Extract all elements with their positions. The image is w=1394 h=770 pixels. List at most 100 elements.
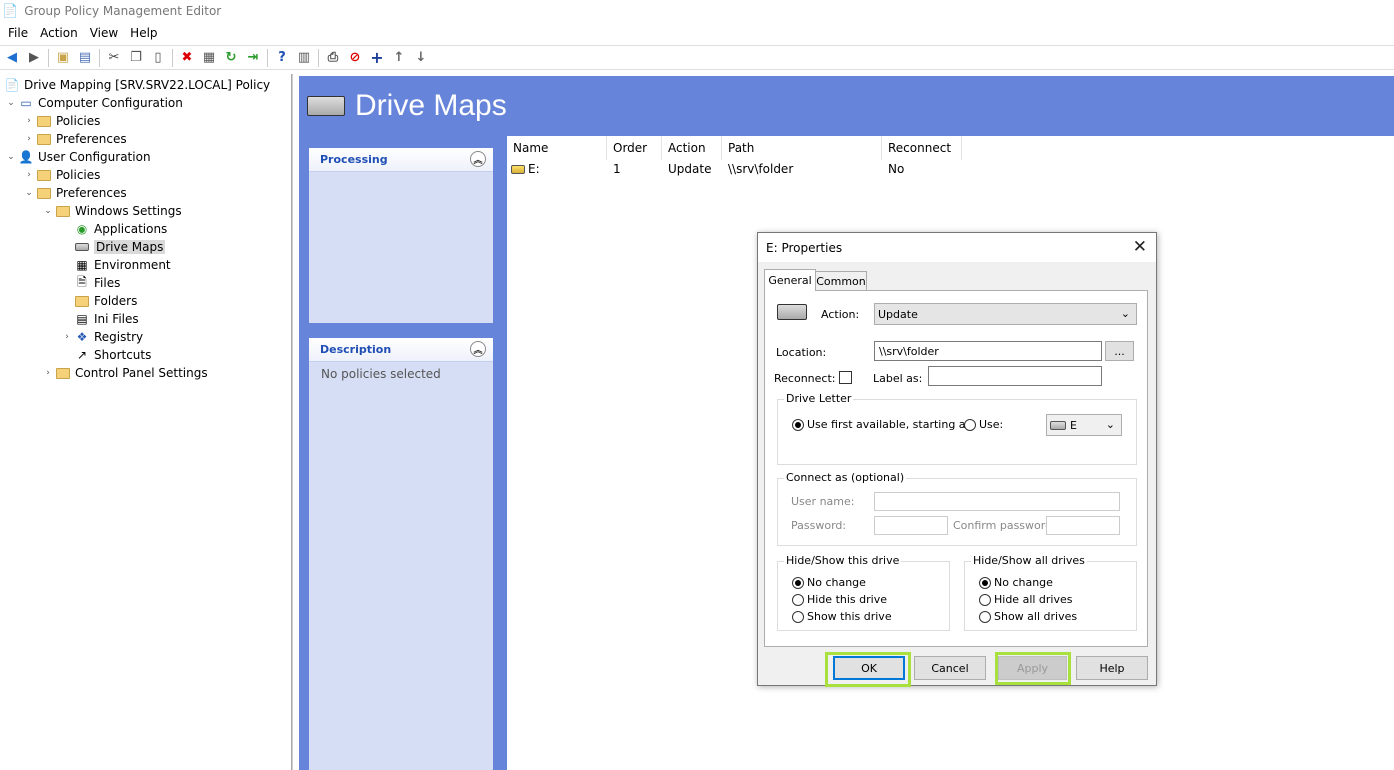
- pane-splitter[interactable]: [292, 74, 299, 770]
- forward-icon[interactable]: ▶: [23, 47, 45, 69]
- tree-shortcuts[interactable]: ↗ Shortcuts: [74, 346, 151, 364]
- column-header-order[interactable]: Order: [607, 136, 662, 160]
- drive-icon: [1050, 420, 1066, 430]
- show-hide-tree-icon[interactable]: ▤: [74, 47, 96, 69]
- description-header[interactable]: Description ︽: [309, 338, 493, 362]
- menu-action[interactable]: Action: [34, 26, 84, 40]
- export-icon[interactable]: ⇥: [242, 47, 264, 69]
- tree-root[interactable]: 📄 Drive Mapping [SRV.SRV22.LOCAL] Policy: [4, 76, 271, 94]
- expand-chevron-icon[interactable]: ›: [41, 366, 55, 380]
- move-down-icon[interactable]: ↓: [410, 47, 432, 69]
- print-icon[interactable]: ▦: [198, 47, 220, 69]
- tab-general[interactable]: General: [764, 269, 816, 291]
- collapse-icon[interactable]: ︽: [470, 151, 486, 167]
- hide-all-drives-radio[interactable]: Hide all drives: [979, 593, 1073, 606]
- use-drive-radio[interactable]: Use:: [964, 418, 1003, 431]
- stop-icon[interactable]: ⊘: [344, 47, 366, 69]
- expand-chevron-icon[interactable]: ›: [60, 330, 74, 344]
- tree-applications[interactable]: ◉ Applications: [74, 220, 168, 238]
- radio-label: Show all drives: [994, 610, 1078, 623]
- refresh-icon[interactable]: ↻: [220, 47, 242, 69]
- tree-cc-policies[interactable]: › Policies: [22, 112, 100, 130]
- tree-cc-preferences[interactable]: › Preferences: [22, 130, 126, 148]
- task-pane: Processing ︽ Description ︽ No policies s…: [299, 136, 507, 770]
- close-icon[interactable]: ✕: [1133, 237, 1147, 257]
- tree-user-configuration[interactable]: ⌄ 👤 User Configuration: [4, 148, 150, 166]
- menu-file[interactable]: File: [2, 26, 34, 40]
- confirm-password-input[interactable]: [1046, 516, 1120, 535]
- add-icon[interactable]: +: [366, 47, 388, 69]
- column-header-name[interactable]: Name: [507, 136, 607, 160]
- collapse-chevron-icon[interactable]: ⌄: [4, 150, 18, 164]
- tree-computer-configuration[interactable]: ⌄ ▭ Computer Configuration: [4, 94, 183, 112]
- menu-help[interactable]: Help: [124, 26, 163, 40]
- expand-chevron-icon[interactable]: ›: [22, 168, 36, 182]
- password-input[interactable]: [874, 516, 948, 535]
- up-folder-icon[interactable]: ▣: [52, 47, 74, 69]
- tree-label: Control Panel Settings: [75, 366, 208, 380]
- dialog-title: E: Properties: [766, 240, 843, 255]
- move-up-icon[interactable]: ↑: [388, 47, 410, 69]
- collapse-chevron-icon[interactable]: ⌄: [22, 186, 36, 200]
- location-input[interactable]: \\srv\folder: [874, 341, 1102, 361]
- expand-chevron-icon[interactable]: ›: [22, 132, 36, 146]
- collapse-chevron-icon[interactable]: ⌄: [4, 96, 18, 110]
- tree-drive-maps[interactable]: Drive Maps: [74, 238, 166, 256]
- tree-files[interactable]: 🗎 Files: [74, 274, 120, 292]
- action-selected-value: Update: [878, 307, 918, 321]
- processing-header[interactable]: Processing ︽: [309, 148, 493, 172]
- expand-chevron-icon[interactable]: ›: [22, 114, 36, 128]
- group-label: Connect as (optional): [784, 471, 907, 484]
- all-no-change-radio[interactable]: No change: [979, 576, 1053, 589]
- column-header-action[interactable]: Action: [662, 136, 722, 160]
- use-first-available-radio[interactable]: Use first available, starting at:: [792, 418, 974, 431]
- user-icon: 👤: [18, 150, 34, 164]
- cancel-button[interactable]: Cancel: [914, 656, 986, 680]
- properties-pane-icon[interactable]: ▥: [293, 47, 315, 69]
- action-select[interactable]: Update ⌄: [874, 303, 1137, 325]
- tree-windows-settings[interactable]: ⌄ Windows Settings: [41, 202, 181, 220]
- menu-view[interactable]: View: [84, 26, 124, 40]
- tree-label: Folders: [94, 294, 138, 308]
- ok-button[interactable]: OK: [833, 656, 905, 680]
- drive-letter-value: E: [1070, 418, 1077, 432]
- column-header-reconnect[interactable]: Reconnect: [882, 136, 962, 160]
- tree-uc-preferences[interactable]: ⌄ Preferences: [22, 184, 126, 202]
- tree-label: Applications: [94, 222, 168, 236]
- this-no-change-radio[interactable]: No change: [792, 576, 866, 589]
- tree-control-panel-settings[interactable]: › Control Panel Settings: [41, 364, 208, 382]
- delete-icon[interactable]: ✖: [176, 47, 198, 69]
- radio-label: Show this drive: [807, 610, 892, 623]
- collapse-chevron-icon[interactable]: ⌄: [41, 204, 55, 218]
- copy-icon[interactable]: ❐: [125, 47, 147, 69]
- cut-icon[interactable]: ✂: [103, 47, 125, 69]
- files-icon: 🗎: [77, 274, 87, 289]
- help-icon[interactable]: ?: [271, 47, 293, 69]
- tree-environment[interactable]: ▦ Environment: [74, 256, 170, 274]
- radio-label: Use:: [979, 418, 1004, 431]
- tree-registry[interactable]: › ❖ Registry: [60, 328, 143, 346]
- radio-icon: [792, 593, 804, 606]
- tree-folders[interactable]: Folders: [74, 292, 137, 310]
- paste-icon[interactable]: ▯: [147, 47, 169, 69]
- drive-letter-select[interactable]: E ⌄: [1046, 414, 1122, 436]
- user-name-input[interactable]: [874, 492, 1120, 511]
- hide-this-drive-radio[interactable]: Hide this drive: [792, 593, 887, 606]
- collapse-icon[interactable]: ︽: [470, 341, 486, 357]
- computer-icon: ▭: [20, 96, 32, 110]
- column-header-path[interactable]: Path: [722, 136, 882, 160]
- folder-icon: [36, 167, 52, 183]
- label-as-input[interactable]: [928, 366, 1102, 386]
- new-item-icon[interactable]: ⎙: [322, 47, 344, 69]
- tab-common[interactable]: Common: [815, 271, 867, 291]
- back-icon[interactable]: ◀: [1, 47, 23, 69]
- help-button[interactable]: Help: [1076, 656, 1148, 680]
- apply-button[interactable]: Apply: [998, 656, 1067, 680]
- tree-uc-policies[interactable]: › Policies: [22, 166, 100, 184]
- browse-button[interactable]: ...: [1105, 341, 1134, 361]
- tree-ini-files[interactable]: ▤ Ini Files: [74, 310, 138, 328]
- app-icon: 📄: [2, 3, 19, 19]
- show-this-drive-radio[interactable]: Show this drive: [792, 610, 892, 623]
- show-all-drives-radio[interactable]: Show all drives: [979, 610, 1077, 623]
- reconnect-checkbox[interactable]: [839, 371, 852, 384]
